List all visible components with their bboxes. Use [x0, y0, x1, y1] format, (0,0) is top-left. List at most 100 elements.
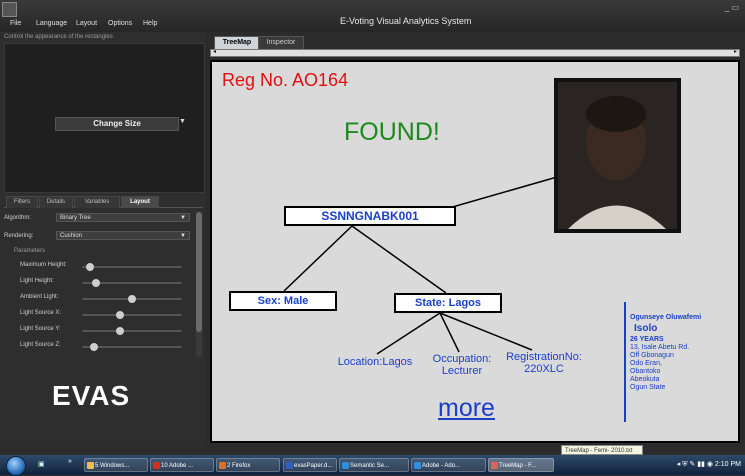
- taskbar-item-label: 10 Adobe ...: [161, 463, 194, 469]
- app-icon: [153, 462, 160, 469]
- found-status: FOUND!: [344, 118, 440, 146]
- tab-variables[interactable]: Variables: [74, 196, 120, 208]
- registration-leaf[interactable]: RegistrationNo: 220XLC: [502, 351, 586, 375]
- menu-file[interactable]: File: [10, 20, 21, 27]
- algorithm-label: Algorithm:: [4, 215, 32, 221]
- root-node[interactable]: SSNNGNABK001: [284, 206, 456, 226]
- slider-knob[interactable]: [86, 263, 94, 271]
- preview-area: Change Size ▼: [4, 43, 205, 193]
- slider-knob[interactable]: [90, 343, 98, 351]
- menu-options[interactable]: Options: [108, 20, 132, 27]
- taskbar-item[interactable]: 10 Adobe ...: [150, 458, 214, 472]
- start-button[interactable]: [6, 456, 26, 476]
- slider-track[interactable]: [82, 295, 182, 303]
- person-info: Ogunseye Oluwafemi Isolo 26 YEARS 13, Is…: [624, 314, 724, 392]
- slider-label: Ambient Light:: [20, 294, 59, 300]
- scrollbar[interactable]: [196, 212, 202, 357]
- edge-root-sex: [283, 225, 353, 292]
- slider-track[interactable]: [82, 263, 182, 271]
- tab-treemap[interactable]: TreeMap: [214, 36, 260, 50]
- taskbar-item-label: 2 Firefox: [227, 463, 251, 469]
- person-address-3: Odo Eran,: [630, 360, 662, 367]
- left-tabs: Filters Details Variables Layout: [4, 196, 203, 208]
- taskbar-item-label: 5 Windows...: [95, 463, 130, 469]
- app-icon: [491, 462, 498, 469]
- registration-value: 220XLC: [524, 363, 564, 375]
- taskbar-item[interactable]: Semantic Se...: [339, 458, 409, 472]
- edge-root-photo: [441, 176, 558, 211]
- taskbar-item[interactable]: 2 Firefox: [216, 458, 280, 472]
- window-title: E-Voting Visual Analytics System: [340, 16, 472, 26]
- person-name: Ogunseye Oluwafemi: [630, 314, 702, 321]
- taskbar-item[interactable]: Adobe - Ado...: [411, 458, 486, 472]
- control-hint: Control the appearance of the rectangles: [4, 34, 113, 40]
- chevron-down-icon: ▼: [180, 233, 186, 239]
- app-icon: [286, 462, 293, 469]
- person-city: Isolo: [634, 323, 658, 334]
- tab-inspector[interactable]: Inspector: [258, 36, 304, 50]
- person-address-1: 13, Isale Abetu Rd.: [630, 344, 690, 351]
- slider-label: Maximum Height:: [20, 262, 67, 268]
- menu-help[interactable]: Help: [143, 20, 157, 27]
- rendering-select[interactable]: Cushion ▼: [56, 231, 190, 240]
- menu-language[interactable]: Language: [36, 20, 67, 27]
- sex-node[interactable]: Sex: Male: [229, 291, 337, 311]
- tab-filters[interactable]: Filters: [6, 196, 38, 208]
- quick-launch-overflow-icon[interactable]: »: [68, 458, 72, 465]
- scrollbar-thumb[interactable]: [196, 212, 202, 332]
- menubar: File Language Layout Options Help E-Voti…: [0, 0, 745, 32]
- slider-label: Light Source Y:: [20, 326, 61, 332]
- slider-track[interactable]: [82, 311, 182, 319]
- quick-launch-icon[interactable]: ▣: [38, 460, 45, 468]
- taskbar: ▣ » 5 Windows... 10 Adobe ... 2 Firefox eva…: [0, 455, 745, 476]
- taskbar-item-label: Adobe - Ado...: [422, 463, 461, 469]
- edge-root-state: [351, 225, 447, 294]
- slider-left-arrow-icon[interactable]: ◂: [213, 48, 216, 55]
- taskbar-item[interactable]: TreeMap - F...: [488, 458, 554, 472]
- taskbar-item-label: evasPaper.d...: [294, 463, 333, 469]
- app-icon: [219, 462, 226, 469]
- person-address-5: Abeokuta: [630, 376, 660, 383]
- main-tabs: TreeMap Inspector: [210, 36, 740, 50]
- tray-icons[interactable]: ◂ ⛨ ✎ ▮▮ ◉: [677, 461, 713, 468]
- occupation-label: Occupation:: [432, 353, 492, 365]
- window-controls[interactable]: _ ▭: [725, 3, 739, 12]
- dropdown-arrow-icon[interactable]: ▼: [179, 118, 186, 125]
- edge-state-registration: [439, 312, 533, 351]
- slider-right-arrow-icon[interactable]: ▸: [734, 48, 737, 55]
- change-size-button[interactable]: Change Size: [55, 117, 179, 131]
- taskbar-item[interactable]: evasPaper.d...: [283, 458, 337, 472]
- app-icon: [87, 462, 94, 469]
- slider-label: Light Source Z:: [20, 342, 61, 348]
- chevron-down-icon: ▼: [180, 215, 186, 221]
- tab-details[interactable]: Details: [39, 196, 73, 208]
- zoom-slider[interactable]: ◂ ▸: [210, 49, 740, 57]
- evas-logo: EVAS: [52, 380, 131, 411]
- more-link[interactable]: more: [438, 394, 495, 423]
- slider-track[interactable]: [82, 343, 182, 351]
- rendering-value: Cushion: [60, 233, 83, 239]
- slider-track[interactable]: [82, 279, 182, 287]
- slider-track[interactable]: [82, 327, 182, 335]
- person-age: 26 YEARS: [630, 336, 664, 343]
- voter-photo: [554, 78, 681, 233]
- occupation-leaf[interactable]: Occupation: Lecturer: [430, 353, 494, 377]
- registration-number: Reg No. AO164: [222, 70, 349, 90]
- system-tray: ◂ ⛨ ✎ ▮▮ ◉ 2:10 PM: [677, 460, 741, 469]
- algorithm-select[interactable]: Binary Tree ▼: [56, 213, 190, 222]
- slider-knob[interactable]: [92, 279, 100, 287]
- taskbar-item[interactable]: 5 Windows...: [84, 458, 148, 472]
- person-address-4: Obantoko: [630, 368, 661, 375]
- slider-knob[interactable]: [128, 295, 136, 303]
- app-icon: [342, 462, 349, 469]
- slider-knob[interactable]: [116, 327, 124, 335]
- location-leaf[interactable]: Location:Lagos: [334, 356, 416, 368]
- algorithm-value: Binary Tree: [60, 215, 91, 221]
- slider-label: Light Source X:: [20, 310, 62, 316]
- state-node[interactable]: State: Lagos: [394, 293, 502, 313]
- taskbar-item-label: Semantic Se...: [350, 463, 390, 469]
- menu-layout[interactable]: Layout: [76, 20, 97, 27]
- tab-layout[interactable]: Layout: [121, 196, 159, 208]
- person-address-6: Ogun State: [630, 384, 666, 391]
- slider-knob[interactable]: [116, 311, 124, 319]
